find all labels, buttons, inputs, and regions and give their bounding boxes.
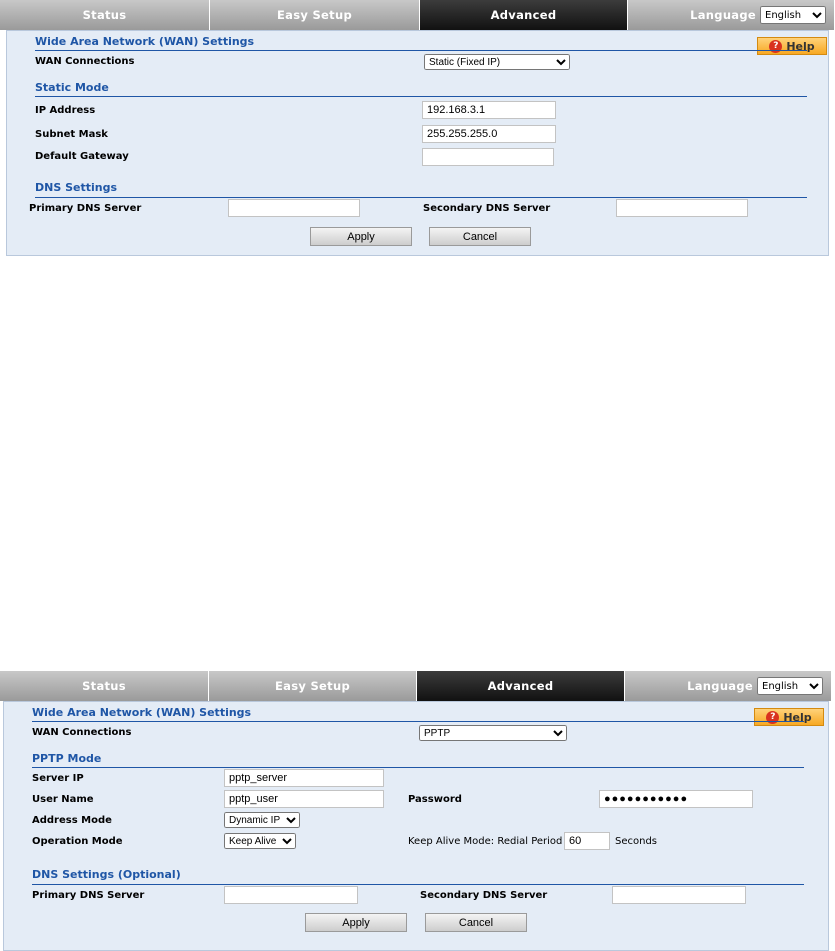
section-divider [35,197,807,198]
apply-button[interactable]: Apply [310,227,412,246]
language-select[interactable]: English [760,6,826,24]
language-area: Language English [625,671,832,701]
section-divider [32,884,804,885]
server-ip-label: Server IP [32,773,84,784]
password-input[interactable] [599,790,753,808]
language-label: Language [690,8,756,22]
subnet-mask-label: Subnet Mask [35,129,108,140]
address-mode-label: Address Mode [32,815,112,826]
tab-easy-setup[interactable]: Easy Setup [210,0,420,30]
address-mode-select[interactable]: Dynamic IP [224,812,300,828]
primary-dns-input[interactable] [224,886,358,904]
redial-period-input[interactable] [564,832,610,850]
tab-advanced[interactable]: Advanced [420,0,628,30]
secondary-dns-input[interactable] [612,886,746,904]
section-divider [32,721,804,722]
static-mode-title: Static Mode [35,81,109,94]
ip-address-label: IP Address [35,105,96,116]
wan-pptp-panel: Status Easy Setup Advanced Language Engl… [0,671,835,951]
seconds-label: Seconds [615,836,658,847]
subnet-mask-input[interactable] [422,125,556,143]
apply-button[interactable]: Apply [305,913,407,932]
default-gateway-label: Default Gateway [35,151,129,162]
top-navigation: Status Easy Setup Advanced Language Engl… [0,0,835,30]
pptp-mode-title: PPTP Mode [32,752,102,765]
secondary-dns-label: Secondary DNS Server [420,890,548,901]
language-label: Language [687,679,753,693]
primary-dns-label: Primary DNS Server [32,890,145,901]
operation-mode-select[interactable]: Keep Alive [224,833,296,849]
section-divider [32,767,804,768]
wan-connections-label: WAN Connections [32,727,132,738]
secondary-dns-label: Secondary DNS Server [423,203,551,214]
dns-settings-title: DNS Settings [35,181,118,194]
wan-connections-select[interactable]: Static (Fixed IP) [424,54,570,70]
wan-connections-label: WAN Connections [35,56,135,67]
top-navigation: Status Easy Setup Advanced Language Engl… [0,671,832,701]
tab-advanced[interactable]: Advanced [417,671,625,701]
default-gateway-input[interactable] [422,148,554,166]
settings-content: ? Help Wide Area Network (WAN) Settings … [3,701,829,951]
dns-settings-title: DNS Settings (Optional) [32,868,181,881]
cancel-button[interactable]: Cancel [429,227,531,246]
language-area: Language English [628,0,835,30]
wan-connections-select[interactable]: PPTP [419,725,567,741]
help-button[interactable]: ? Help [757,37,827,55]
wan-settings-title: Wide Area Network (WAN) Settings [32,706,252,719]
username-label: User Name [32,794,94,805]
wan-settings-title: Wide Area Network (WAN) Settings [35,35,255,48]
username-input[interactable] [224,790,384,808]
operation-mode-label: Operation Mode [32,836,123,847]
primary-dns-input[interactable] [228,199,360,217]
primary-dns-label: Primary DNS Server [29,203,142,214]
password-label: Password [408,794,462,805]
server-ip-input[interactable] [224,769,384,787]
secondary-dns-input[interactable] [616,199,748,217]
section-divider [35,50,807,51]
cancel-button[interactable]: Cancel [425,913,527,932]
tab-easy-setup[interactable]: Easy Setup [209,671,417,701]
wan-static-panel: Status Easy Setup Advanced Language Engl… [0,0,835,260]
language-select[interactable]: English [757,677,823,695]
keep-alive-label: Keep Alive Mode: Redial Period [408,836,563,847]
ip-address-input[interactable] [422,101,556,119]
tab-status[interactable]: Status [0,0,210,30]
section-divider [35,96,807,97]
settings-content: ? Help Wide Area Network (WAN) Settings … [6,30,829,256]
help-button[interactable]: ? Help [754,708,824,726]
tab-status[interactable]: Status [0,671,209,701]
